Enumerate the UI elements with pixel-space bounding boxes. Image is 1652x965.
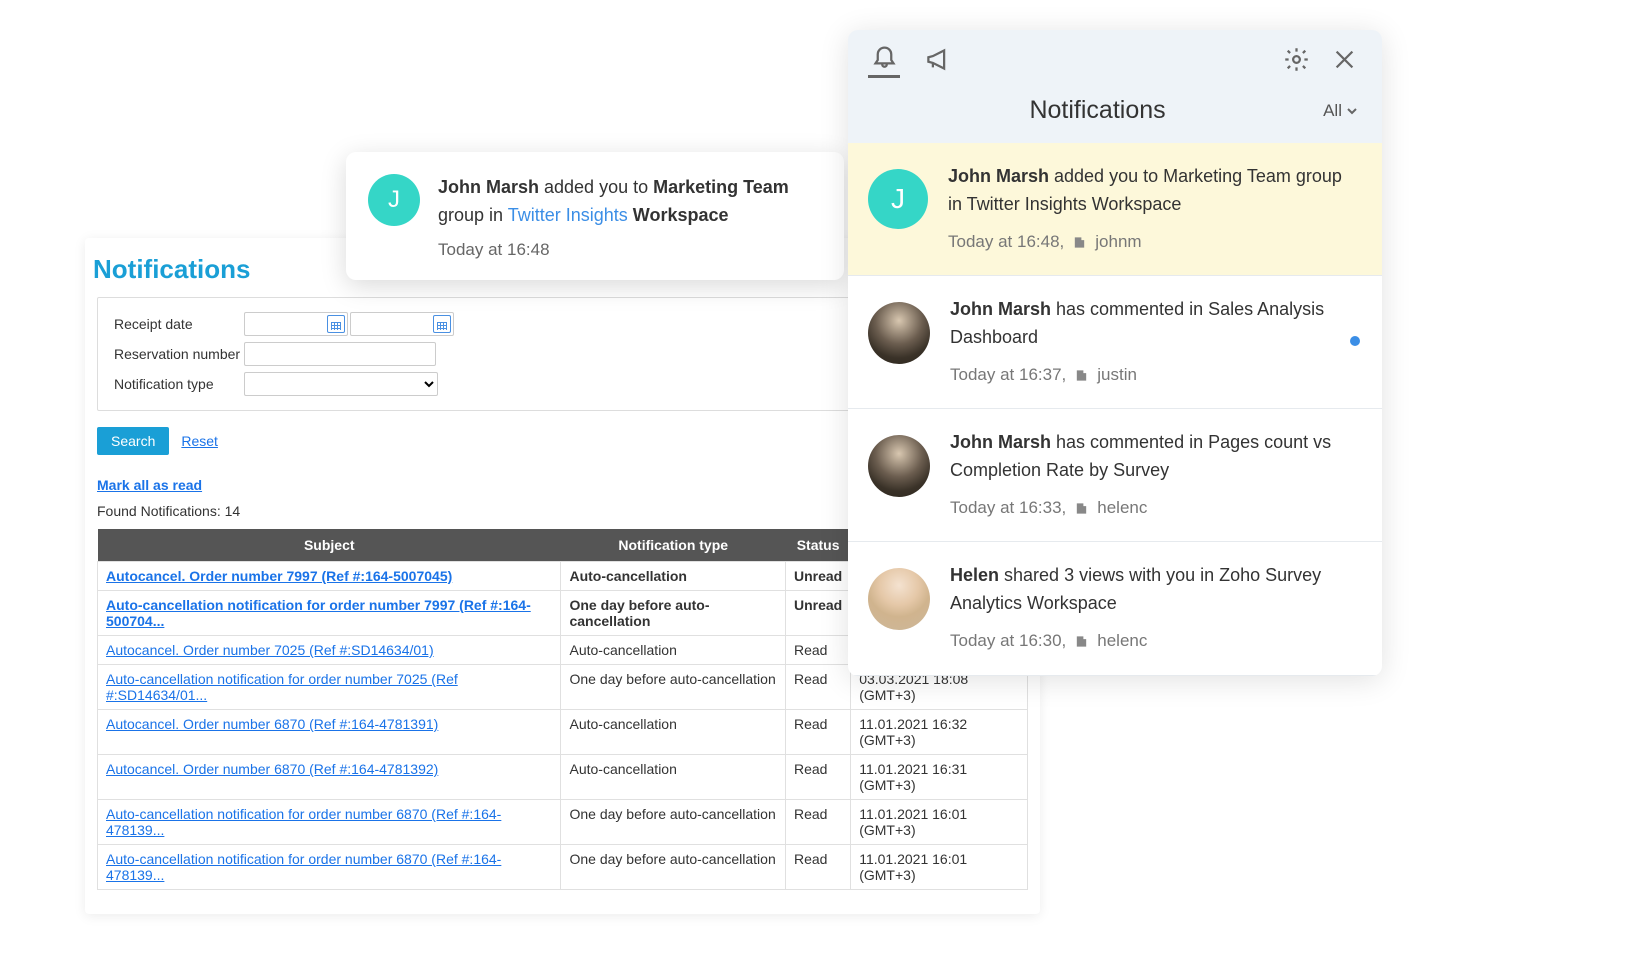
notification-message: John Marsh has commented in Sales Analys…	[950, 296, 1358, 352]
subject-link[interactable]: Auto-cancellation notification for order…	[106, 597, 531, 629]
subject-link[interactable]: Autocancel. Order number 6870 (Ref #:164…	[106, 761, 438, 777]
announcements-tab[interactable]	[922, 46, 954, 78]
notification-message: Helen shared 3 views with you in Zoho Su…	[950, 562, 1358, 618]
notification-meta: Today at 16:37,justin	[950, 362, 1358, 388]
table-row: Autocancel. Order number 6870 (Ref #:164…	[98, 710, 1028, 755]
avatar: J	[368, 174, 420, 226]
subject-link[interactable]: Auto-cancellation notification for order…	[106, 806, 501, 838]
subject-link[interactable]: Autocancel. Order number 6870 (Ref #:164…	[106, 716, 438, 732]
cell-status: Read	[785, 710, 850, 755]
filter-dropdown[interactable]: All	[1323, 101, 1358, 121]
building-icon	[1074, 367, 1089, 383]
notification-item[interactable]: John Marsh has commented in Pages count …	[848, 409, 1382, 542]
chevron-down-icon	[1346, 101, 1358, 121]
workspace-link[interactable]: Twitter Insights	[508, 205, 628, 225]
bell-icon	[871, 42, 898, 74]
subject-link[interactable]: Auto-cancellation notification for order…	[106, 851, 501, 883]
cell-status: Unread	[785, 562, 850, 591]
close-button[interactable]	[1328, 46, 1360, 78]
avatar: J	[868, 169, 928, 229]
col-subject: Subject	[98, 529, 561, 562]
notification-toast[interactable]: J John Marsh added you to Marketing Team…	[346, 152, 844, 280]
cell-receipt: 11.01.2021 16:32 (GMT+3)	[851, 710, 1028, 755]
notification-item[interactable]: John Marsh has commented in Sales Analys…	[848, 276, 1382, 409]
notification-meta: Today at 16:48,johnm	[948, 229, 1358, 255]
building-icon	[1074, 633, 1089, 649]
receipt-date-from[interactable]	[244, 312, 348, 336]
col-type: Notification type	[561, 529, 786, 562]
unread-indicator	[1350, 336, 1360, 346]
receipt-date-label: Receipt date	[114, 316, 244, 332]
cell-type: One day before auto-cancellation	[561, 800, 786, 845]
cell-type: One day before auto-cancellation	[561, 665, 786, 710]
notification-message: John Marsh added you to Marketing Team g…	[948, 163, 1358, 219]
cell-status: Read	[785, 845, 850, 890]
notification-type-label: Notification type	[114, 376, 244, 392]
table-row: Auto-cancellation notification for order…	[98, 800, 1028, 845]
receipt-date-to[interactable]	[350, 312, 454, 336]
avatar	[868, 435, 930, 497]
cell-status: Read	[785, 636, 850, 665]
bell-tab[interactable]	[868, 46, 900, 78]
subject-link[interactable]: Autocancel. Order number 7997 (Ref #:164…	[106, 568, 452, 584]
mark-all-read-link[interactable]: Mark all as read	[97, 477, 202, 493]
cell-receipt: 11.01.2021 16:31 (GMT+3)	[851, 755, 1028, 800]
table-row: Auto-cancellation notification for order…	[98, 845, 1028, 890]
cell-type: Auto-cancellation	[561, 755, 786, 800]
cell-type: Auto-cancellation	[561, 710, 786, 755]
cell-status: Read	[785, 800, 850, 845]
reservation-number-label: Reservation number	[114, 346, 244, 362]
avatar	[868, 302, 930, 364]
reset-link[interactable]: Reset	[181, 433, 218, 449]
calendar-icon[interactable]	[433, 315, 451, 333]
panel-title: Notifications	[872, 96, 1323, 125]
cell-type: Auto-cancellation	[561, 562, 786, 591]
notification-meta: Today at 16:33,helenc	[950, 495, 1358, 521]
gear-icon	[1283, 46, 1310, 78]
cell-receipt: 11.01.2021 16:01 (GMT+3)	[851, 845, 1028, 890]
toast-time: Today at 16:48	[438, 240, 820, 260]
notification-message: John Marsh has commented in Pages count …	[950, 429, 1358, 485]
close-icon	[1331, 46, 1358, 78]
cell-type: One day before auto-cancellation	[561, 845, 786, 890]
calendar-icon[interactable]	[327, 315, 345, 333]
cell-status: Read	[785, 755, 850, 800]
col-status: Status	[785, 529, 850, 562]
search-button[interactable]: Search	[97, 427, 169, 455]
reservation-number-input[interactable]	[244, 342, 436, 366]
subject-link[interactable]: Auto-cancellation notification for order…	[106, 671, 458, 703]
notifications-panel: Notifications All J John Marsh added you …	[848, 30, 1382, 676]
cell-type: Auto-cancellation	[561, 636, 786, 665]
cell-type: One day before auto-cancellation	[561, 591, 786, 636]
notification-meta: Today at 16:30,helenc	[950, 628, 1358, 654]
table-row: Autocancel. Order number 6870 (Ref #:164…	[98, 755, 1028, 800]
notification-item[interactable]: Helen shared 3 views with you in Zoho Su…	[848, 542, 1382, 675]
cell-receipt: 11.01.2021 16:01 (GMT+3)	[851, 800, 1028, 845]
avatar	[868, 568, 930, 630]
building-icon	[1074, 500, 1089, 516]
subject-link[interactable]: Autocancel. Order number 7025 (Ref #:SD1…	[106, 642, 434, 658]
megaphone-icon	[925, 46, 952, 78]
cell-status: Unread	[785, 591, 850, 636]
settings-button[interactable]	[1280, 46, 1312, 78]
building-icon	[1072, 234, 1087, 250]
notification-type-select[interactable]	[244, 372, 438, 396]
toast-message: John Marsh added you to Marketing Team g…	[438, 174, 820, 230]
notification-item[interactable]: J John Marsh added you to Marketing Team …	[848, 143, 1382, 276]
cell-status: Read	[785, 665, 850, 710]
